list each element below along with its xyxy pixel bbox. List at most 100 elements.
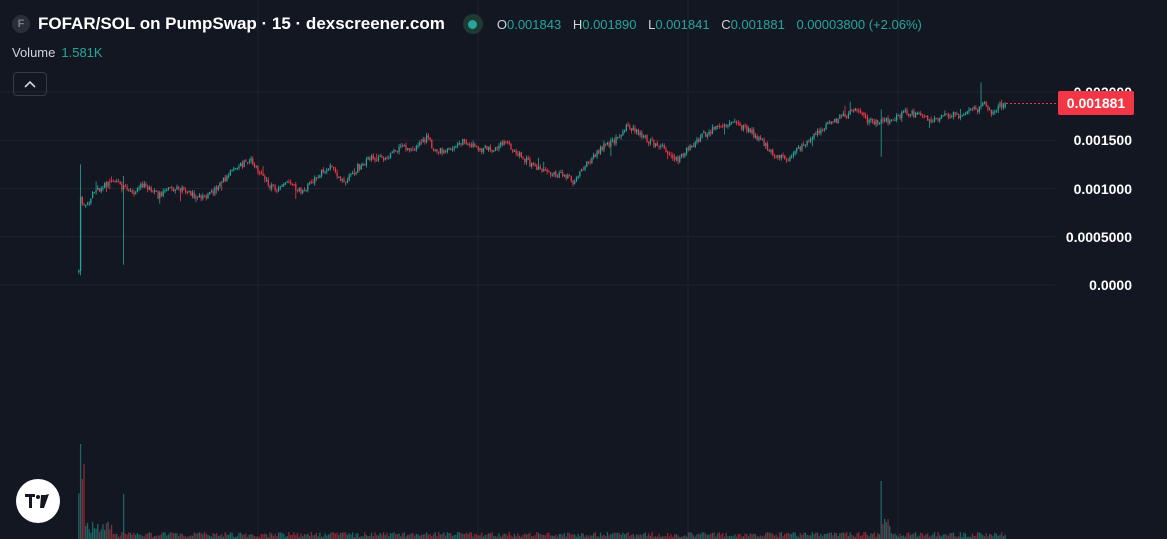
candle-body: [622, 131, 624, 136]
candle-body: [846, 116, 848, 118]
candle: [849, 101, 851, 115]
candle: [410, 147, 412, 152]
candle: [117, 178, 120, 183]
candle-body: [913, 111, 915, 117]
volume-bar: [568, 533, 571, 539]
candle: [443, 148, 445, 154]
volume-bar: [811, 532, 813, 539]
candle: [348, 173, 350, 182]
candle-body: [871, 118, 874, 122]
volume-bar: [412, 532, 414, 539]
candle-body: [197, 196, 199, 198]
candle-body: [799, 147, 801, 151]
candle-body: [944, 113, 946, 117]
volume-bar: [617, 532, 619, 539]
candle: [636, 128, 638, 135]
volume-bar: [856, 533, 858, 539]
candle-body: [894, 119, 896, 121]
candle-body: [661, 145, 664, 147]
tradingview-logo-icon[interactable]: [16, 479, 60, 523]
candle-body: [902, 111, 905, 113]
candle: [741, 124, 743, 132]
volume-bar: [522, 534, 524, 539]
volume-bar: [589, 535, 591, 539]
volume-bar: [508, 532, 510, 539]
candle-body: [658, 145, 660, 148]
candle-body: [317, 177, 319, 179]
volume-bar: [288, 532, 290, 539]
volume-bar: [121, 532, 123, 539]
candle-body: [544, 169, 547, 171]
candle: [735, 120, 738, 126]
volume-bar: [429, 534, 431, 539]
candle: [537, 157, 540, 171]
candle-body: [756, 136, 758, 140]
candle-body: [362, 163, 364, 166]
candle: [887, 115, 889, 126]
candle-body: [153, 190, 156, 192]
candle: [914, 111, 917, 118]
candle: [627, 121, 629, 127]
volume-bar: [990, 534, 993, 539]
candle: [961, 114, 963, 118]
candle: [653, 139, 655, 149]
candle: [381, 154, 383, 159]
candle-body: [763, 139, 765, 146]
volume-bar: [606, 532, 609, 539]
candle: [999, 101, 1001, 109]
candle-body: [555, 171, 557, 177]
volume-bar: [765, 533, 767, 539]
volume-bar: [539, 534, 541, 539]
candle: [295, 181, 297, 199]
candle: [799, 145, 801, 152]
candle: [975, 105, 977, 110]
candle: [873, 118, 875, 125]
candle-body: [636, 129, 638, 133]
volume-bar: [701, 532, 703, 539]
candle: [97, 184, 99, 191]
candle-body: [730, 122, 733, 124]
candlestick-chart[interactable]: [0, 0, 1167, 539]
candle-body: [160, 192, 163, 196]
volume-bar: [952, 532, 955, 539]
candle-body: [458, 143, 461, 145]
candle: [809, 136, 812, 144]
volume-bar: [326, 535, 328, 539]
candle-body: [765, 143, 767, 147]
candle: [176, 184, 178, 190]
candle: [367, 156, 369, 160]
candle-body: [159, 192, 161, 199]
candle-body: [184, 189, 187, 193]
candle-body: [494, 147, 497, 151]
candle-body: [639, 132, 641, 135]
candle: [364, 163, 366, 166]
candle: [407, 147, 409, 151]
candle-body: [233, 168, 235, 170]
candle: [412, 146, 414, 151]
collapse-legend-button[interactable]: [13, 72, 47, 96]
volume-bar: [882, 523, 884, 539]
volume-bar: [846, 532, 848, 539]
volume-bar: [109, 529, 111, 539]
candle: [844, 105, 846, 118]
candle-body: [135, 192, 137, 195]
candle: [91, 190, 94, 199]
volume-bar: [415, 533, 417, 539]
candle-body: [467, 144, 469, 146]
candle-body: [601, 146, 603, 150]
candle: [863, 112, 865, 119]
candle-body: [293, 184, 295, 186]
candle: [882, 116, 884, 124]
candle: [329, 163, 331, 171]
candle-body: [240, 163, 242, 167]
volume-bar: [501, 535, 504, 539]
candle-body: [393, 149, 395, 152]
candle-body: [565, 174, 567, 179]
candle-body: [687, 147, 689, 150]
candle-body: [129, 190, 132, 192]
candle-body: [908, 113, 910, 116]
candle: [181, 185, 183, 194]
candle-body: [782, 154, 784, 157]
candle-body: [193, 192, 195, 199]
volume-bar: [133, 532, 135, 539]
